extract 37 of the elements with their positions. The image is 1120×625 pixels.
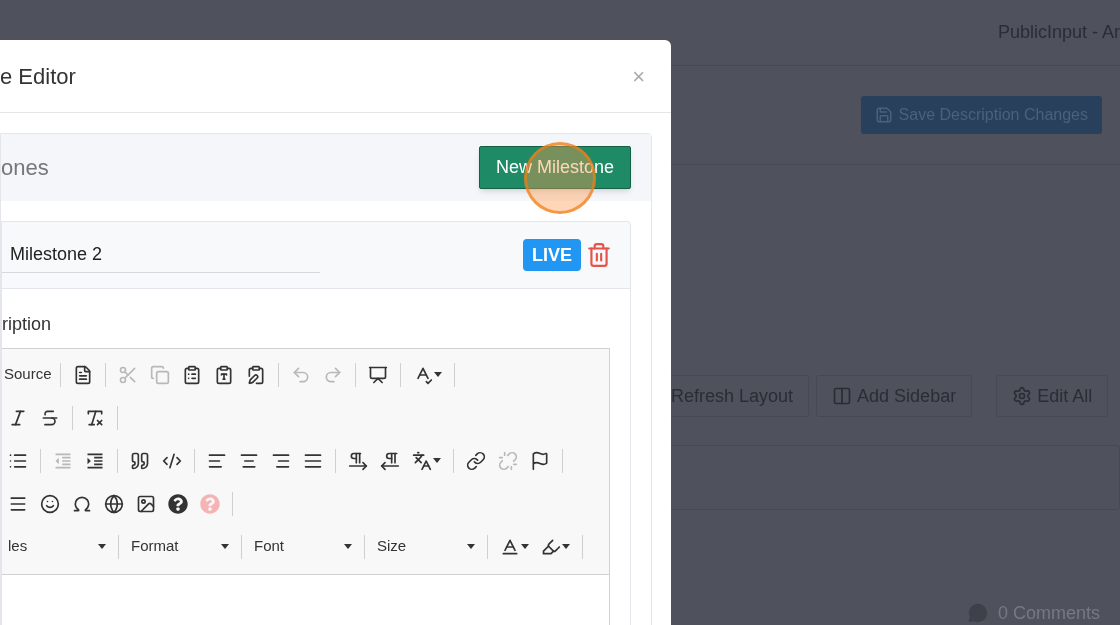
help-icon — [200, 493, 220, 514]
blockquote-icon — [130, 450, 150, 471]
language-icon — [412, 450, 432, 471]
caret-icon — [344, 544, 352, 549]
editor-dropdown[interactable]: les — [2, 535, 112, 558]
smiley-icon — [40, 493, 60, 514]
cut-icon — [117, 364, 138, 385]
live-badge: LIVE — [523, 239, 581, 271]
editor-dropdown[interactable]: Size — [371, 535, 481, 558]
sidebar-icon — [832, 386, 853, 406]
delete-icon[interactable] — [586, 242, 612, 268]
ltr-icon — [348, 450, 368, 471]
italic-icon — [8, 407, 28, 428]
caret-icon — [433, 458, 441, 463]
caret-icon — [221, 544, 229, 549]
source-button[interactable]: Source — [2, 363, 54, 386]
anchor-flag-icon — [530, 450, 550, 471]
modal-title: e Editor — [0, 62, 76, 91]
section-title: ones — [1, 154, 49, 182]
caret-icon — [467, 544, 475, 549]
image-icon — [136, 493, 156, 514]
save-icon — [874, 106, 893, 124]
editor-dropdown[interactable]: Font — [248, 535, 358, 558]
link-icon — [466, 450, 486, 471]
help-icon — [168, 493, 188, 514]
copy-icon — [149, 364, 170, 385]
globe-icon — [104, 493, 124, 514]
gears-icon — [1012, 386, 1033, 406]
caret-icon — [98, 544, 106, 549]
caret-icon — [562, 544, 570, 549]
caret-icon — [433, 372, 442, 377]
editor-dropdown[interactable]: Format — [125, 535, 235, 558]
description-label: ription — [2, 313, 53, 336]
undo-icon — [290, 364, 311, 385]
unlink-icon — [498, 450, 518, 471]
rtl-icon — [380, 450, 400, 471]
caret-icon — [521, 544, 529, 549]
